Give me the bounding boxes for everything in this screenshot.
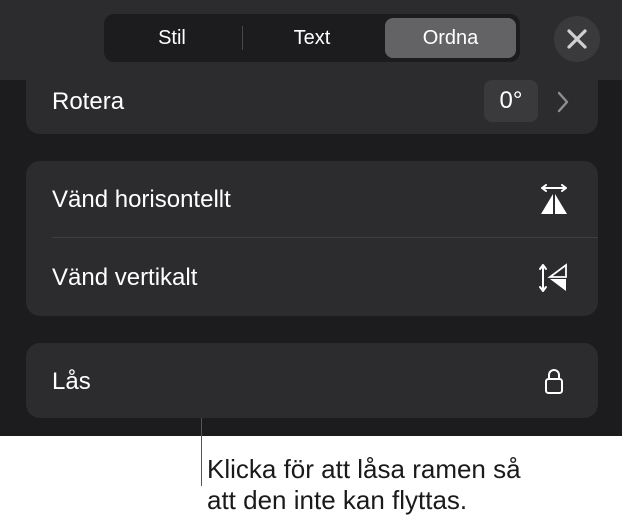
- chevron-right-icon: [557, 91, 569, 113]
- rotate-value[interactable]: 0°: [484, 80, 538, 122]
- lock-card: Lås: [26, 343, 598, 418]
- tab-divider: [242, 26, 243, 50]
- flip-horizontal-row[interactable]: Vänd horisontellt: [26, 161, 598, 237]
- close-icon: [567, 29, 587, 49]
- flip-vertical-row[interactable]: Vänd vertikalt: [26, 238, 598, 316]
- format-panel: Stil Text Ordna Rotera 0° Vänd horisonte…: [0, 0, 622, 436]
- close-button[interactable]: [554, 16, 600, 62]
- lock-label: Lås: [52, 368, 91, 395]
- rotate-card: Rotera 0°: [26, 64, 598, 134]
- callout-line: [201, 418, 202, 486]
- tab-ordna[interactable]: Ordna: [385, 18, 516, 58]
- callout-line-2: att den inte kan flyttas.: [207, 485, 468, 515]
- flip-vertical-icon: [539, 263, 567, 292]
- flip-card: Vänd horisontellt Vänd vertikalt: [26, 161, 598, 316]
- tab-text[interactable]: Text: [248, 18, 376, 58]
- callout-line-1: Klicka för att låsa ramen så: [207, 454, 521, 484]
- lock-row[interactable]: Lås: [26, 343, 598, 418]
- flip-horizontal-icon: [541, 184, 567, 214]
- callout-text: Klicka för att låsa ramen så att den int…: [207, 454, 617, 516]
- tab-stil[interactable]: Stil: [108, 18, 236, 58]
- tab-segmented-control: Stil Text Ordna: [104, 14, 520, 62]
- rotate-label: Rotera: [52, 88, 125, 115]
- flip-vertical-label: Vänd vertikalt: [52, 264, 198, 291]
- lock-icon: [545, 369, 563, 394]
- rotate-row[interactable]: Rotera 0°: [26, 80, 598, 124]
- flip-horizontal-label: Vänd horisontellt: [52, 186, 231, 213]
